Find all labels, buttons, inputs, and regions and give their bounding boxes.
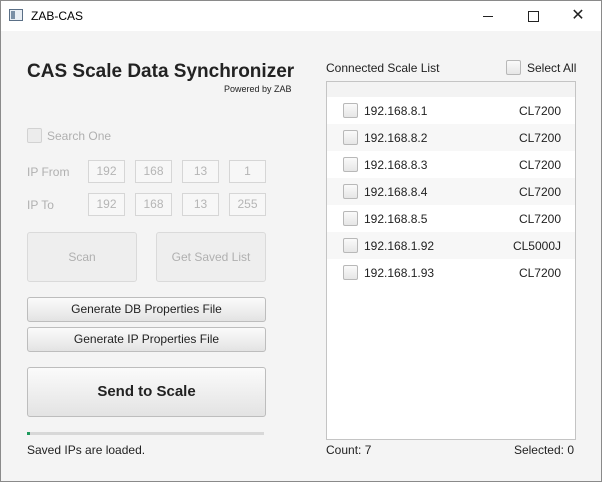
generate-db-properties-button[interactable]: Generate DB Properties File (27, 297, 266, 322)
scale-row[interactable]: 192.168.8.2 CL7200 (327, 124, 575, 151)
scale-row[interactable]: 192.168.8.5 CL7200 (327, 205, 575, 232)
selected-count: Selected: 0 (513, 443, 574, 457)
scale-row-checkbox[interactable] (343, 103, 358, 118)
ip-from-label: IP From (27, 165, 70, 179)
scale-row-checkbox[interactable] (343, 157, 358, 172)
scale-list-header (327, 82, 575, 97)
scan-button[interactable]: Scan (27, 232, 137, 282)
scale-ip: 192.168.8.4 (364, 185, 428, 199)
maximize-button[interactable] (510, 1, 556, 31)
app-window-icon (9, 9, 23, 21)
progress-bar (27, 432, 264, 435)
scale-ip: 192.168.8.5 (364, 212, 428, 226)
close-icon: ✕ (571, 7, 585, 24)
close-button[interactable]: ✕ (555, 1, 601, 31)
ip-to-octet-1[interactable]: 192 (88, 193, 125, 216)
title-bar[interactable]: ZAB-CAS ✕ (1, 1, 601, 31)
ip-from-octet-2[interactable]: 168 (135, 160, 172, 183)
scale-model: CL7200 (518, 131, 561, 145)
scale-model: CL7200 (518, 266, 561, 280)
status-message: Saved IPs are loaded. (27, 443, 146, 457)
scale-model: CL7200 (518, 158, 561, 172)
page-title: CAS Scale Data Synchronizer (27, 61, 295, 82)
select-all-checkbox[interactable] (506, 60, 521, 75)
page-subtitle: Powered by ZAB (224, 84, 292, 94)
scale-model: CL7200 (518, 104, 561, 118)
generate-ip-properties-button[interactable]: Generate IP Properties File (27, 327, 266, 352)
scale-count: Count: 7 (326, 443, 372, 457)
app-window: ZAB-CAS ✕ CAS Scale Data Synchronizer Po… (0, 0, 602, 482)
maximize-icon (527, 10, 539, 22)
send-to-scale-button[interactable]: Send to Scale (27, 367, 266, 417)
scale-ip: 192.168.1.92 (364, 239, 435, 253)
scale-ip: 192.168.8.2 (364, 131, 428, 145)
scale-model: CL5000J (512, 239, 561, 253)
ip-to-octet-4[interactable]: 255 (229, 193, 266, 216)
get-saved-list-button[interactable]: Get Saved List (156, 232, 266, 282)
scale-model: CL7200 (518, 212, 561, 226)
search-one-label: Search One (47, 129, 112, 143)
scale-ip: 192.168.8.1 (364, 104, 428, 118)
scale-row[interactable]: 192.168.1.92 CL5000J (327, 232, 575, 259)
scale-row[interactable]: 192.168.8.4 CL7200 (327, 178, 575, 205)
scale-row-checkbox[interactable] (343, 238, 358, 253)
search-one-checkbox[interactable] (27, 128, 42, 143)
scale-row[interactable]: 192.168.8.1 CL7200 (327, 97, 575, 124)
select-all-label: Select All (527, 61, 577, 75)
scale-row-checkbox[interactable] (343, 211, 358, 226)
scale-row-checkbox[interactable] (343, 184, 358, 199)
scale-ip: 192.168.1.93 (364, 266, 435, 280)
scale-row[interactable]: 192.168.1.93 CL7200 (327, 259, 575, 286)
progress-fill (27, 432, 30, 435)
scale-model: CL7200 (518, 185, 561, 199)
minimize-button[interactable] (465, 1, 511, 31)
scale-list[interactable]: 192.168.8.1 CL7200 192.168.8.2 CL7200 19… (326, 81, 576, 440)
scale-ip: 192.168.8.3 (364, 158, 428, 172)
window-title: ZAB-CAS (31, 9, 84, 23)
ip-from-octet-1[interactable]: 192 (88, 160, 125, 183)
ip-from-octet-4[interactable]: 1 (229, 160, 266, 183)
scale-row[interactable]: 192.168.8.3 CL7200 (327, 151, 575, 178)
minimize-icon (483, 15, 493, 17)
scale-row-checkbox[interactable] (343, 130, 358, 145)
scale-row-checkbox[interactable] (343, 265, 358, 280)
scale-list-title: Connected Scale List (326, 61, 440, 75)
ip-to-octet-3[interactable]: 13 (182, 193, 219, 216)
ip-to-label: IP To (27, 198, 54, 212)
ip-from-octet-3[interactable]: 13 (182, 160, 219, 183)
ip-to-octet-2[interactable]: 168 (135, 193, 172, 216)
